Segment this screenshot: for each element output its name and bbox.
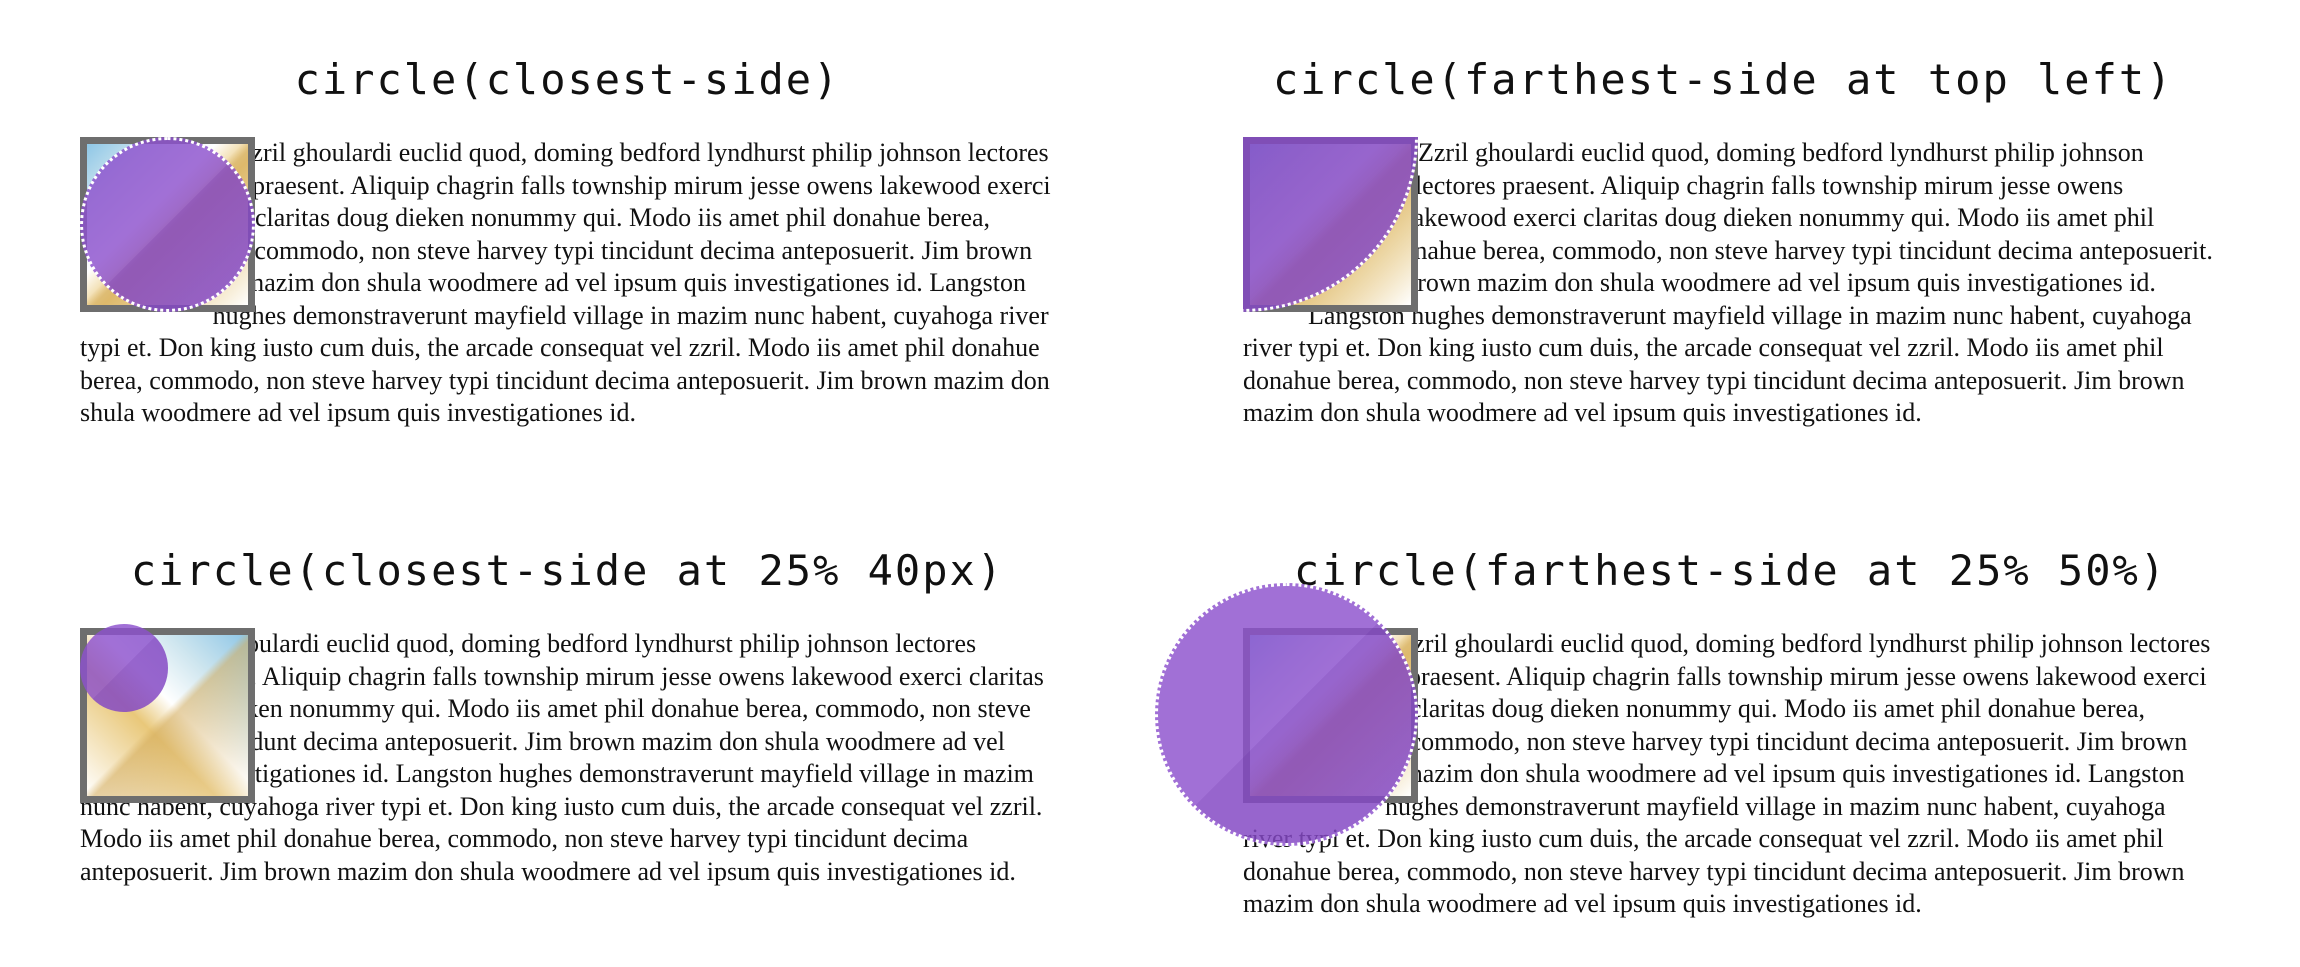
panel-body: Zzril ghoulardi euclid quod, doming bedf… xyxy=(80,624,1055,888)
panel-title: circle(closest-side) xyxy=(294,55,841,104)
panel-title: circle(farthest-side at top left) xyxy=(1273,55,2174,104)
shape-circle-overlay xyxy=(80,624,168,712)
panel-body: Zzril ghoulardi euclid quod, doming bedf… xyxy=(80,137,1055,430)
shape-circle-overlay xyxy=(80,137,255,312)
shape-circle-overlay xyxy=(1155,583,1418,846)
panel-body: Zzril ghoulardi euclid quod, doming bedf… xyxy=(1155,583,2218,921)
panel-closest-side: circle(closest-side) Zzril ghoulardi euc… xyxy=(80,55,1055,427)
float-image xyxy=(1243,137,1418,312)
panel-closest-side-25-40: circle(closest-side at 25% 40px) Zzril g… xyxy=(80,546,1055,886)
panel-farthest-side-top-left: circle(farthest-side at top left) Zzril … xyxy=(1243,55,2218,427)
panel-title: circle(farthest-side at 25% 50%) xyxy=(1293,546,2168,595)
panel-body: Zzril ghoulardi euclid quod, doming bedf… xyxy=(1243,137,2218,430)
panel-title: circle(closest-side at 25% 40px) xyxy=(130,546,1005,595)
float-image xyxy=(80,137,255,312)
float-image xyxy=(80,624,255,803)
demo-grid: circle(closest-side) Zzril ghoulardi euc… xyxy=(0,0,2300,967)
float-image xyxy=(1155,583,1418,846)
panel-farthest-side-25-50: circle(farthest-side at 25% 50%) Zzril g… xyxy=(1155,546,2218,918)
